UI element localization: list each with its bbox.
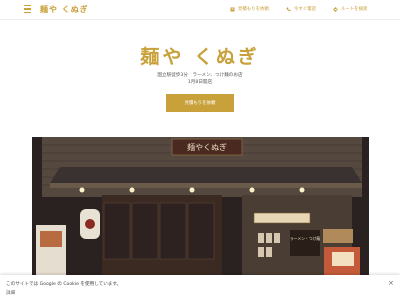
receipt-icon	[230, 7, 235, 11]
menu-icon[interactable]	[24, 5, 31, 14]
nav-call-now[interactable]: 今すぐ電話	[286, 6, 316, 12]
request-quote-button[interactable]: 見積もりを依頼	[166, 94, 234, 112]
storefront-illustration: 麺やくぬぎ ラーメン・つけ麺	[32, 137, 369, 279]
nav-request-quote[interactable]: 見積もりを依頼	[230, 6, 269, 12]
nav-request-quote-label: 見積もりを依頼	[238, 7, 269, 12]
cookie-notice-text: このサイトでは Google の Cookie を使用しています。	[6, 282, 122, 287]
cookie-banner: このサイトでは Google の Cookie を使用しています。 詳細 ×	[0, 275, 400, 300]
roof-sign-text: 麺やくぬぎ	[187, 142, 227, 152]
menu-board-text: ラーメン・つけ麺	[290, 236, 320, 241]
brand-name[interactable]: 麺や くぬぎ	[40, 4, 89, 15]
cookie-details-link[interactable]: 詳細	[6, 290, 15, 296]
nav-directions[interactable]: ルートを検索	[333, 6, 367, 12]
directions-icon	[333, 6, 338, 12]
storefront-photo: 麺やくぬぎ ラーメン・つけ麺	[32, 137, 369, 279]
phone-icon	[286, 7, 291, 11]
top-bar: 麺や くぬぎ 見積もりを依頼 今すぐ電話 ルートを検索	[0, 0, 400, 20]
hero-description: 国立駅徒歩3分 ラーメン、つけ麺のお店	[157, 73, 243, 78]
hero-title: 麺や くぬぎ	[140, 46, 260, 68]
nav-directions-label: ルートを検索	[341, 7, 368, 12]
hero-subtitle: 国立駅徒歩3分 ラーメン、つけ麺のお店 1月8日開店	[0, 72, 400, 86]
nav-call-now-label: 今すぐ電話	[294, 7, 316, 12]
awning	[50, 167, 362, 183]
hero-opening-date: 1月8日開店	[187, 80, 213, 85]
close-icon[interactable]: ×	[388, 279, 394, 287]
